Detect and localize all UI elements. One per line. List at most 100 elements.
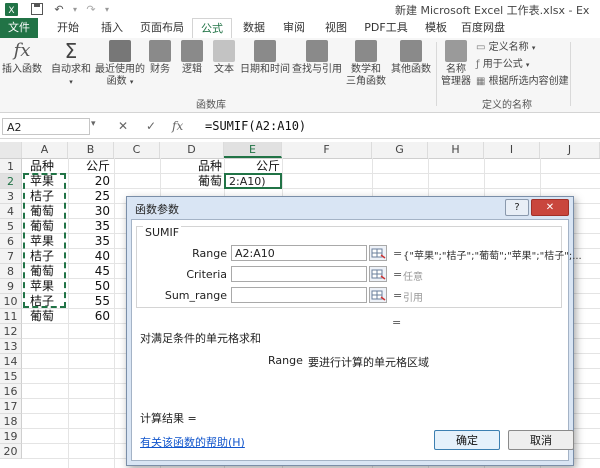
- cell-a1[interactable]: 品种: [30, 159, 54, 174]
- fx-icon: fx: [13, 40, 31, 61]
- tab-baidu-netdisk[interactable]: 百度网盘: [456, 18, 510, 38]
- col-header-j[interactable]: J: [540, 142, 600, 158]
- tab-file[interactable]: 文件: [0, 18, 38, 38]
- row-header[interactable]: 13: [0, 339, 22, 354]
- function-help-link[interactable]: 有关该函数的帮助(H): [140, 434, 245, 450]
- col-header-g[interactable]: G: [372, 142, 428, 158]
- select-all-corner[interactable]: [0, 142, 22, 158]
- use-in-formula-button[interactable]: ƒ 用于公式 ▾: [476, 59, 529, 71]
- row-header[interactable]: 9: [0, 279, 22, 294]
- arg-input-range[interactable]: A2:A10: [231, 245, 367, 261]
- row-header[interactable]: 11: [0, 309, 22, 324]
- cell-b10[interactable]: 55: [68, 294, 110, 309]
- logical-button[interactable]: 逻辑: [180, 40, 204, 76]
- dialog-help-button[interactable]: ?: [505, 199, 529, 216]
- cancel-icon[interactable]: ✕: [118, 119, 128, 133]
- row-header[interactable]: 4: [0, 204, 22, 219]
- cell-b1[interactable]: 公斤: [68, 159, 110, 174]
- criteria-picker-icon[interactable]: [369, 266, 387, 282]
- row-header[interactable]: 19: [0, 429, 22, 444]
- row-header[interactable]: 17: [0, 399, 22, 414]
- tab-page-layout[interactable]: 页面布局: [136, 18, 188, 38]
- undo-icon[interactable]: ↶: [52, 2, 66, 16]
- cancel-button[interactable]: 取消: [508, 430, 574, 450]
- col-header-e[interactable]: E: [224, 142, 282, 158]
- text-button[interactable]: 文本: [212, 40, 236, 76]
- tab-view[interactable]: 视图: [318, 18, 354, 38]
- col-header-a[interactable]: A: [22, 142, 68, 158]
- row-header[interactable]: 5: [0, 219, 22, 234]
- arg-input-sum-range[interactable]: [231, 287, 367, 303]
- more-functions-button[interactable]: 其他函数: [390, 40, 432, 76]
- col-header-b[interactable]: B: [68, 142, 114, 158]
- row-header[interactable]: 7: [0, 249, 22, 264]
- row-header[interactable]: 1: [0, 159, 22, 174]
- tab-home[interactable]: 开始: [48, 18, 88, 38]
- cell-e1[interactable]: 公斤: [256, 159, 280, 174]
- tab-pdf-tools[interactable]: PDF工具: [358, 18, 414, 38]
- ribbon-tabs: 文件 开始 插入 页面布局 公式 数据 审阅 视图 PDF工具 模板 百度网盘: [0, 18, 600, 40]
- cell-d1[interactable]: 品种: [198, 159, 222, 174]
- ok-button[interactable]: 确定: [434, 430, 500, 450]
- name-box[interactable]: A2: [2, 118, 90, 135]
- cell-b8[interactable]: 45: [68, 264, 110, 279]
- redo-icon[interactable]: ↷: [84, 2, 98, 16]
- sum-range-picker-icon[interactable]: [369, 287, 387, 303]
- row-header[interactable]: 8: [0, 264, 22, 279]
- row-header[interactable]: 3: [0, 189, 22, 204]
- dialog-close-button[interactable]: ✕: [531, 199, 569, 216]
- lookup-label: 查找与引用: [292, 64, 342, 75]
- insert-function-button[interactable]: fx 插入函数: [2, 40, 42, 76]
- row-header[interactable]: 14: [0, 354, 22, 369]
- lookup-button[interactable]: 查找与引用: [292, 40, 342, 76]
- autosum-button[interactable]: Σ 自动求和 ▾: [50, 40, 92, 88]
- customize-qat-icon[interactable]: ▾: [100, 2, 114, 16]
- define-name-button[interactable]: ▭ 定义名称 ▾: [476, 42, 535, 54]
- row-header[interactable]: 10: [0, 294, 22, 309]
- cell-b5[interactable]: 35: [68, 219, 110, 234]
- enter-icon[interactable]: ✓: [146, 119, 156, 133]
- undo-dropdown-icon[interactable]: ▾: [68, 2, 82, 16]
- tab-formulas[interactable]: 公式: [192, 18, 232, 40]
- cell-b6[interactable]: 35: [68, 234, 110, 249]
- col-header-c[interactable]: C: [114, 142, 160, 158]
- col-header-d[interactable]: D: [160, 142, 224, 158]
- cell-b7[interactable]: 40: [68, 249, 110, 264]
- math-trig-button[interactable]: 数学和 三角函数: [346, 40, 386, 88]
- arg-input-criteria[interactable]: [231, 266, 367, 282]
- namebox-dropdown-icon[interactable]: ▾: [91, 119, 96, 129]
- tab-templates[interactable]: 模板: [418, 18, 454, 38]
- cell-b4[interactable]: 30: [68, 204, 110, 219]
- row-header[interactable]: 16: [0, 384, 22, 399]
- insert-function-fx-icon[interactable]: fx: [172, 119, 183, 133]
- save-icon[interactable]: [30, 2, 44, 16]
- active-cell-e2[interactable]: 2:A10): [224, 173, 282, 189]
- cell-b11[interactable]: 60: [68, 309, 110, 324]
- cell-b9[interactable]: 50: [68, 279, 110, 294]
- tab-review[interactable]: 审阅: [276, 18, 312, 38]
- cell-d2[interactable]: 葡萄: [198, 174, 222, 189]
- col-header-h[interactable]: H: [428, 142, 484, 158]
- cell-a11[interactable]: 葡萄: [30, 309, 54, 324]
- tab-data[interactable]: 数据: [236, 18, 272, 38]
- financial-button[interactable]: 财务: [148, 40, 172, 76]
- datetime-button[interactable]: 日期和时间: [240, 40, 290, 76]
- col-header-i[interactable]: I: [484, 142, 540, 158]
- name-manager-icon: [445, 40, 467, 62]
- recently-used-button[interactable]: 最近使用的 函数 ▾: [94, 40, 146, 88]
- cell-b2[interactable]: 20: [68, 174, 110, 189]
- row-header[interactable]: 2: [0, 174, 22, 189]
- window-title: 新建 Microsoft Excel 工作表.xlsx - Ex: [395, 4, 590, 17]
- row-header[interactable]: 12: [0, 324, 22, 339]
- formula-input[interactable]: =SUMIF(A2:A10): [205, 119, 306, 133]
- range-picker-icon[interactable]: [369, 245, 387, 261]
- name-manager-button[interactable]: 名称 管理器: [440, 40, 472, 88]
- tab-insert[interactable]: 插入: [92, 18, 132, 38]
- row-header[interactable]: 15: [0, 369, 22, 384]
- cell-b3[interactable]: 25: [68, 189, 110, 204]
- create-from-selection-button[interactable]: ▦ 根据所选内容创建: [476, 76, 569, 88]
- row-header[interactable]: 18: [0, 414, 22, 429]
- row-header[interactable]: 20: [0, 444, 22, 459]
- row-header[interactable]: 6: [0, 234, 22, 249]
- col-header-f[interactable]: F: [282, 142, 372, 158]
